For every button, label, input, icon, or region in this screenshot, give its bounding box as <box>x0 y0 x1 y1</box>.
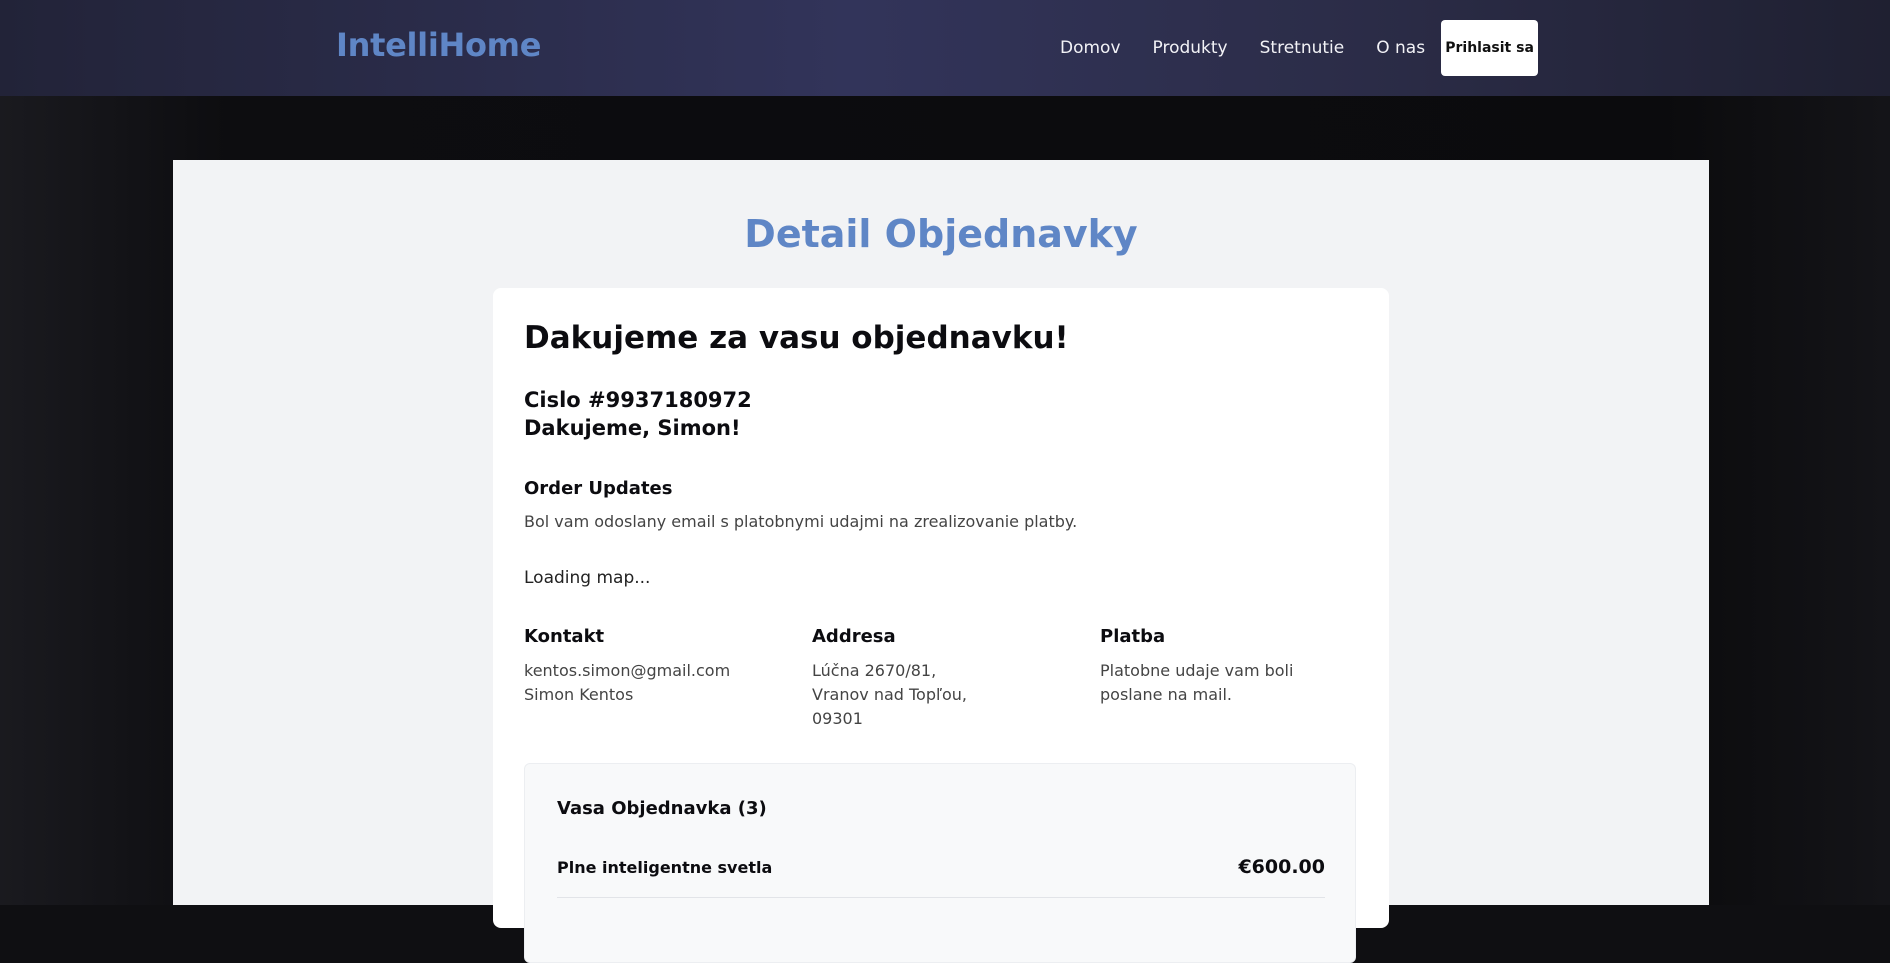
order-item-name: Plne inteligentne svetla <box>557 858 773 877</box>
order-number: Cislo #9937180972 <box>524 388 752 412</box>
order-item-price: €600.00 <box>1238 856 1325 878</box>
page-title: Detail Objednavky <box>744 212 1138 256</box>
payment-section: Platba Platobne udaje vam boli poslane n… <box>1100 626 1340 707</box>
map-loading-status: Loading map... <box>524 568 651 588</box>
nav-link-o-nas[interactable]: O nas <box>1376 38 1425 58</box>
main-nav: Domov Produkty Stretnutie O nas Prihlasi… <box>1060 20 1539 76</box>
contact-email: kentos.simon@gmail.com <box>524 661 731 680</box>
nav-link-produkty[interactable]: Produkty <box>1153 38 1228 58</box>
login-button[interactable]: Prihlasit sa <box>1441 20 1539 76</box>
contact-section: Kontakt kentos.simon@gmail.com Simon Ken… <box>524 626 764 707</box>
order-summary: Vasa Objednavka (3) Plne inteligentne sv… <box>524 763 1356 963</box>
address-city: Vranov nad Topľou, <box>812 685 968 704</box>
thanks-heading: Dakujeme za vasu objednavku! <box>524 320 1069 356</box>
contact-title: Kontakt <box>524 626 605 647</box>
order-detail-card: Dakujeme za vasu objednavku! Cislo #9937… <box>493 288 1389 963</box>
payment-line-2: poslane na mail. <box>1100 685 1232 704</box>
address-title: Addresa <box>812 626 896 647</box>
thanks-customer: Dakujeme, Simon! <box>524 416 741 440</box>
order-item-row: Plne inteligentne svetla €600.00 <box>557 856 1325 898</box>
order-updates-text: Bol vam odoslany email s platobnymi udaj… <box>524 512 1078 531</box>
nav-link-domov[interactable]: Domov <box>1060 38 1121 58</box>
order-summary-title: Vasa Objednavka (3) <box>557 798 767 819</box>
payment-title: Platba <box>1100 626 1166 647</box>
payment-line-1: Platobne udaje vam boli <box>1100 661 1294 680</box>
site-logo[interactable]: IntelliHome <box>336 26 541 64</box>
content-panel: Detail Objednavky Dakujeme za vasu objed… <box>173 160 1709 963</box>
address-section: Addresa Lúčna 2670/81, Vranov nad Topľou… <box>812 626 1052 731</box>
order-updates-title: Order Updates <box>524 478 673 499</box>
top-navbar: IntelliHome Domov Produkty Stretnutie O … <box>0 0 1890 96</box>
address-zip: 09301 <box>812 709 863 728</box>
nav-link-stretnutie[interactable]: Stretnutie <box>1260 38 1345 58</box>
contact-name: Simon Kentos <box>524 685 634 704</box>
address-street: Lúčna 2670/81, <box>812 661 937 680</box>
